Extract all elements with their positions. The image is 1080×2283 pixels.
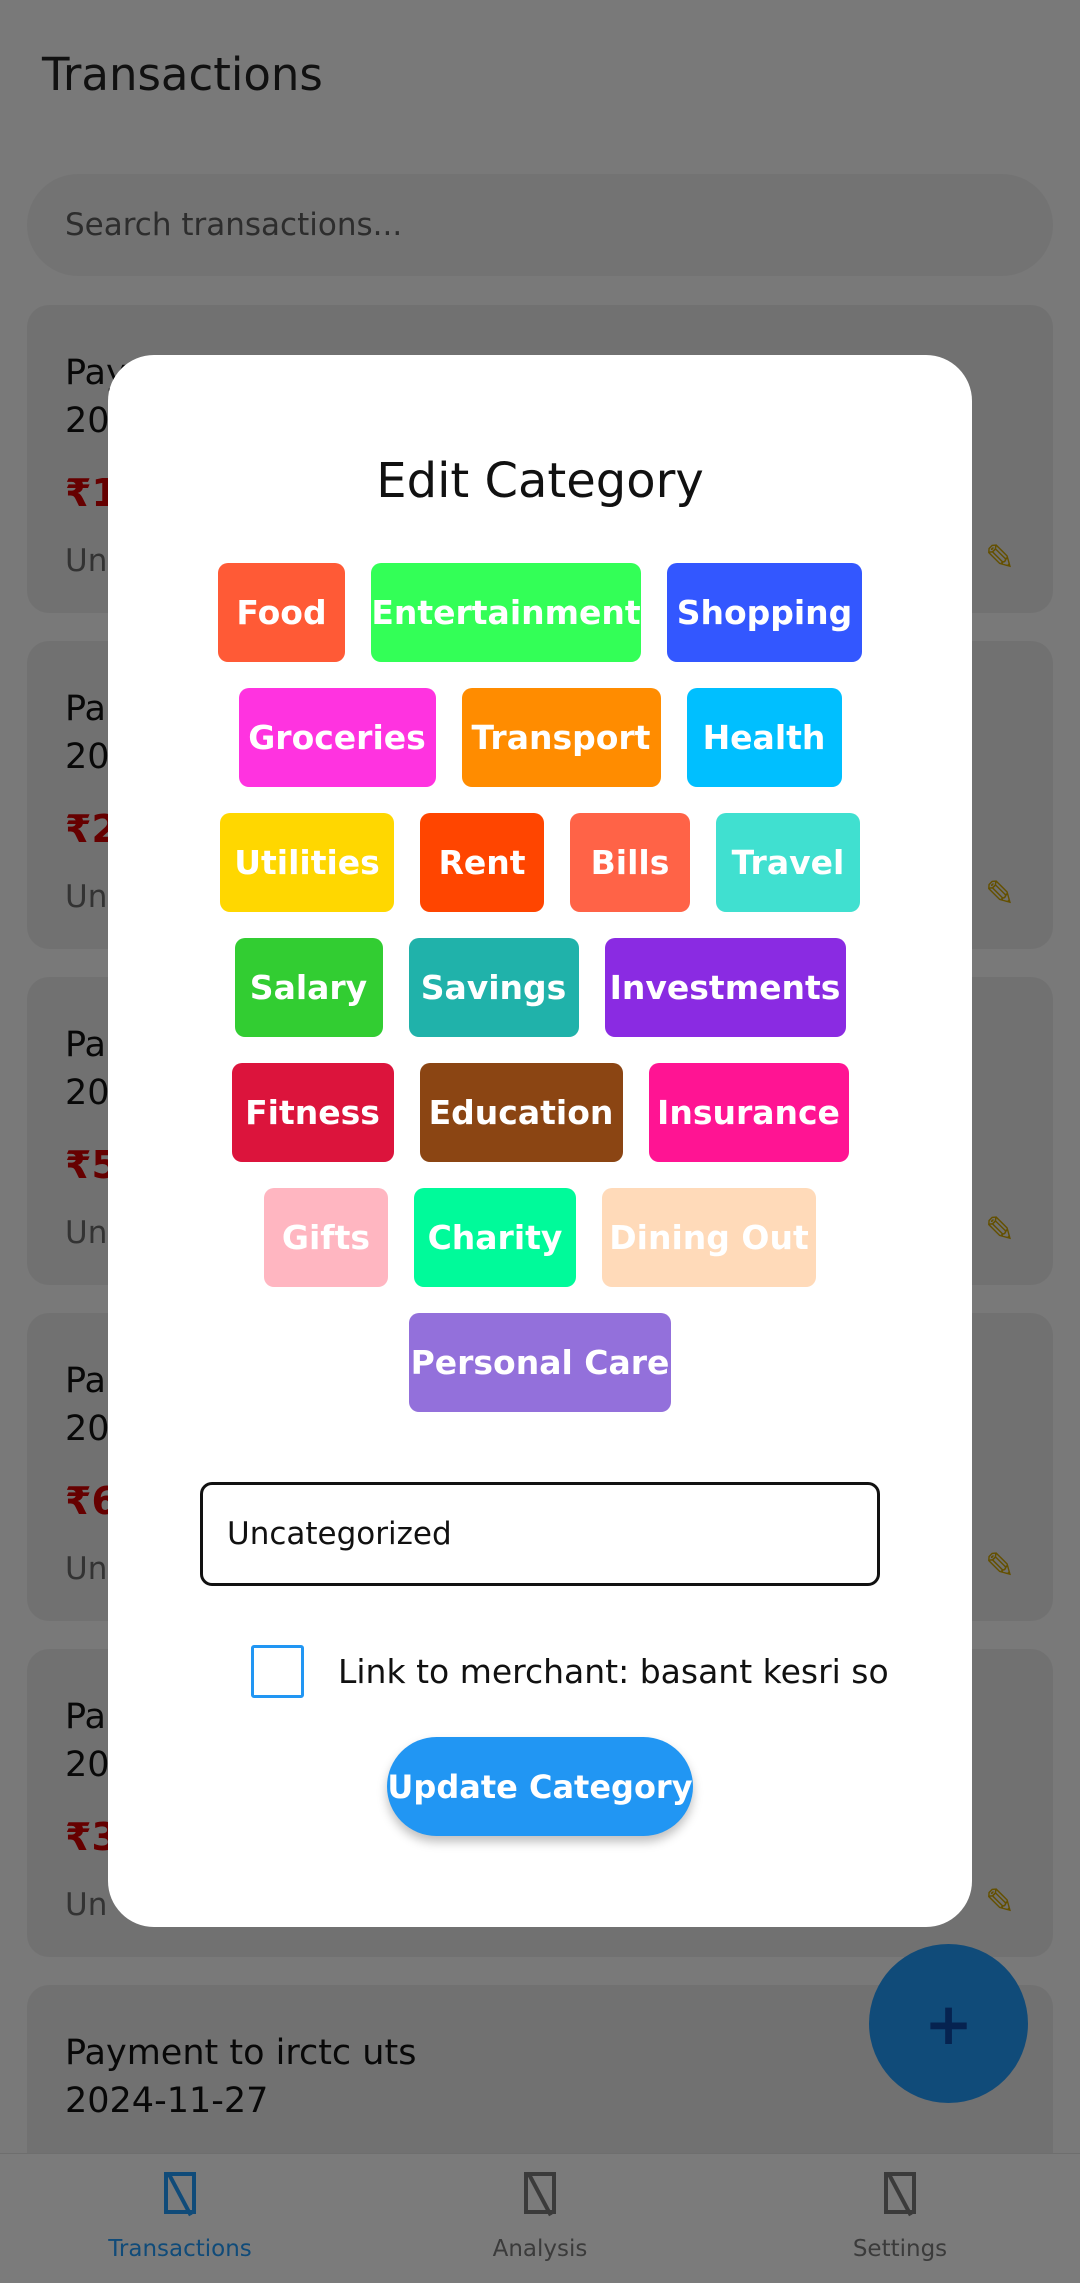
category-chip-gifts[interactable]: Gifts (264, 1188, 388, 1287)
category-chip-shopping[interactable]: Shopping (667, 563, 862, 662)
category-chip-dining-out[interactable]: Dining Out (602, 1188, 816, 1287)
category-chip-list: Food Entertainment Shopping Groceries Tr… (108, 563, 972, 1438)
category-chip-personal-care[interactable]: Personal Care (409, 1313, 671, 1412)
category-chip-rent[interactable]: Rent (420, 813, 544, 912)
category-chip-education[interactable]: Education (419, 1063, 623, 1162)
category-chip-investments[interactable]: Investments (604, 938, 846, 1037)
link-merchant-row[interactable]: Link to merchant: basant kesri so (251, 1645, 889, 1698)
category-chip-fitness[interactable]: Fitness (231, 1063, 394, 1162)
category-field[interactable] (200, 1482, 880, 1586)
category-input[interactable] (203, 1485, 877, 1583)
category-chip-food[interactable]: Food (218, 563, 345, 662)
link-merchant-label: Link to merchant: basant kesri so (338, 1652, 889, 1691)
category-chip-entertainment[interactable]: Entertainment (371, 563, 641, 662)
dialog-title: Edit Category (376, 453, 704, 509)
category-chip-travel[interactable]: Travel (716, 813, 860, 912)
update-category-button[interactable]: Update Category (387, 1737, 693, 1836)
category-chip-health[interactable]: Health (686, 688, 842, 787)
category-chip-transport[interactable]: Transport (461, 688, 661, 787)
link-merchant-checkbox[interactable] (251, 1645, 304, 1698)
category-chip-bills[interactable]: Bills (570, 813, 690, 912)
category-chip-groceries[interactable]: Groceries (238, 688, 436, 787)
category-chip-utilities[interactable]: Utilities (220, 813, 394, 912)
category-chip-salary[interactable]: Salary (234, 938, 383, 1037)
category-chip-insurance[interactable]: Insurance (648, 1063, 849, 1162)
edit-category-dialog: Edit Category Food Entertainment Shoppin… (108, 355, 972, 1927)
category-chip-savings[interactable]: Savings (408, 938, 579, 1037)
category-chip-charity[interactable]: Charity (414, 1188, 576, 1287)
